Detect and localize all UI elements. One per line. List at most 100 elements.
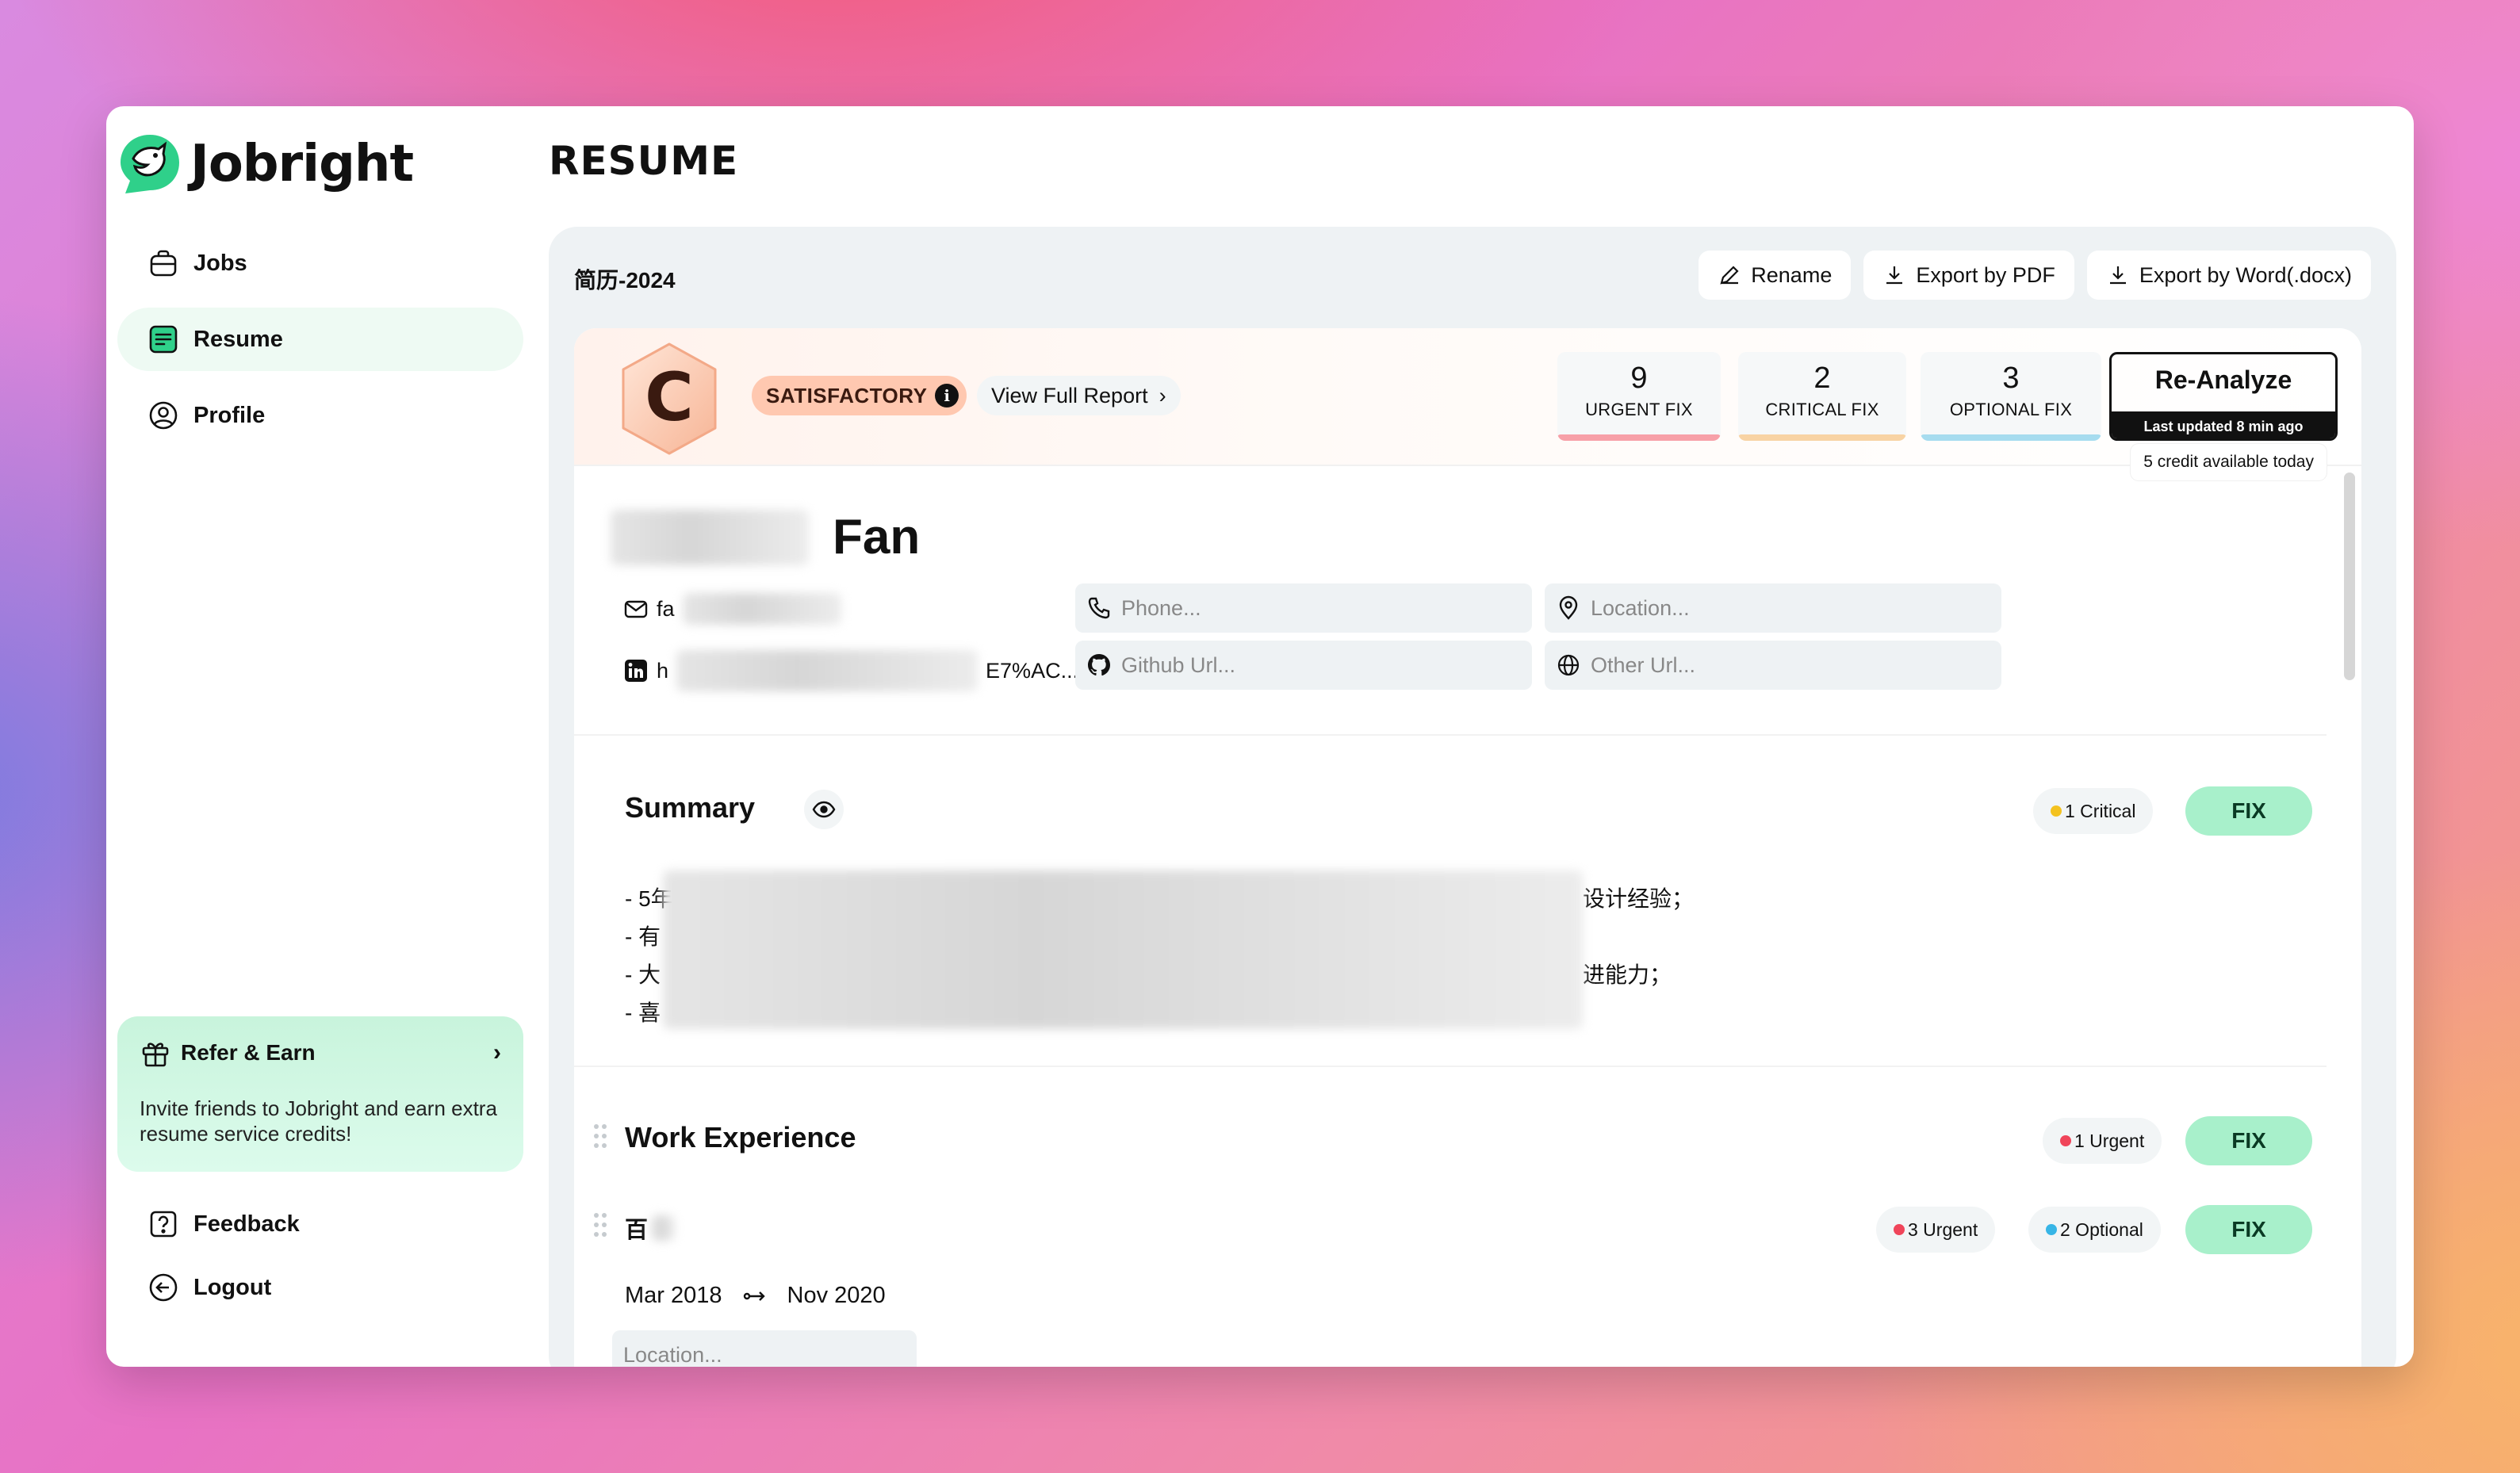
logout-icon [149, 1273, 178, 1302]
optional-fix-label: OPTIONAL FIX [1949, 400, 2073, 419]
linkedin-suffix: E7%AC... [986, 658, 1079, 683]
entry-fix-button[interactable]: FIX [2185, 1205, 2312, 1254]
summary-line[interactable]: - 喜 [625, 996, 661, 1027]
urgent-badge-label: 1 Urgent [2074, 1130, 2145, 1151]
work-experience-title: Work Experience [625, 1121, 856, 1154]
entry-location-input[interactable]: Location... [612, 1330, 917, 1367]
urgent-fix-count: 9 [1630, 362, 1648, 395]
export-word-label: Export by Word(.docx) [2139, 262, 2352, 287]
sidebar-item-logout[interactable]: Logout [117, 1259, 523, 1316]
page-title: RESUME [549, 138, 739, 184]
summary-line-start: - 大 [625, 962, 661, 987]
question-icon [150, 1211, 177, 1238]
drag-handle-icon[interactable] [592, 1211, 609, 1238]
optional-fix-count: 3 [2002, 362, 2020, 395]
email-field[interactable]: fa [623, 593, 841, 625]
urgent-badge: 1 Urgent [2043, 1118, 2162, 1164]
summary-line[interactable]: - 大 [625, 958, 661, 989]
redacted-summary [663, 870, 1583, 1029]
grade-letter: C [645, 358, 694, 436]
date-range: Mar 2018 Nov 2020 [625, 1283, 886, 1309]
critical-dot [2051, 805, 2062, 817]
company-name[interactable]: 百 [625, 1211, 676, 1245]
resume-editor: 简历-2024 Rename Export by PDF Export by W… [549, 227, 2396, 1367]
chevron-right-icon: › [1159, 383, 1166, 407]
last-updated-label: Last updated 8 min ago [2112, 411, 2335, 438]
pencil-icon [1720, 266, 1739, 285]
phone-placeholder: Phone... [1121, 595, 1201, 620]
logo[interactable]: Jobright [117, 132, 414, 197]
redacted-company [651, 1215, 676, 1241]
sidebar-bottom-nav: Feedback Logout [117, 1196, 523, 1322]
briefcase-icon [150, 250, 177, 277]
urgent-fix-label: URGENT FIX [1585, 400, 1693, 419]
sidebar: Jobright Jobs Resume Profile Refer & Ear… [106, 106, 534, 1367]
fix-label: FIX [2231, 1217, 2266, 1242]
optional-dot [2046, 1224, 2057, 1235]
linkedin-field[interactable]: h E7%AC... [623, 650, 1078, 691]
urgent-badge: 3 Urgent [1876, 1207, 1996, 1253]
rename-button[interactable]: Rename [1699, 251, 1852, 300]
refer-header: Refer & Earn › [140, 1037, 501, 1069]
location-input[interactable]: Location... [1545, 583, 2001, 633]
re-analyze-label: Re-Analyze [2154, 365, 2292, 394]
optional-badge-label: 2 Optional [2060, 1219, 2143, 1240]
github-placeholder: Github Url... [1121, 652, 1236, 677]
phone-icon [1088, 597, 1110, 619]
company-name-text: 百 [625, 1218, 649, 1243]
last-name[interactable]: Fan [833, 509, 920, 565]
optional-badge: 2 Optional [2028, 1207, 2161, 1253]
summary-line-end: 设计经验； [1583, 886, 1695, 911]
github-input[interactable]: Github Url... [1075, 641, 1532, 690]
sidebar-item-profile[interactable]: Profile [117, 384, 523, 447]
view-full-report-button[interactable]: View Full Report › [977, 376, 1181, 415]
end-date[interactable]: Nov 2020 [787, 1283, 886, 1309]
drag-handle-icon[interactable] [592, 1123, 609, 1150]
visibility-toggle[interactable] [804, 790, 844, 829]
urgent-badge-label: 3 Urgent [1908, 1219, 1978, 1240]
gift-icon [142, 1043, 169, 1067]
resume-panel: C SATISFACTORY i View Full Report › 9 UR… [574, 328, 2361, 1367]
grade-hexagon: C [622, 342, 717, 455]
urgent-dot [1894, 1224, 1905, 1235]
refer-earn-card[interactable]: Refer & Earn › Invite friends to Jobrigh… [117, 1016, 523, 1172]
summary-line-end: 进能力； [1583, 962, 1672, 987]
redacted-first-name [611, 509, 809, 565]
arrow-range-icon [743, 1291, 765, 1301]
summary-title: Summary [625, 791, 756, 824]
export-pdf-button[interactable]: Export by PDF [1863, 251, 2074, 300]
status-label: SATISFACTORY [766, 383, 928, 407]
urgent-fix-card[interactable]: 9 URGENT FIX [1557, 352, 1721, 441]
refer-description: Invite friends to Jobright and earn extr… [140, 1096, 497, 1146]
critical-fix-count: 2 [1813, 362, 1831, 395]
sidebar-item-jobs[interactable]: Jobs [117, 231, 523, 295]
location-placeholder: Location... [1591, 595, 1690, 620]
sidebar-item-feedback[interactable]: Feedback [117, 1196, 523, 1253]
sidebar-nav: Jobs Resume Profile [117, 231, 523, 460]
fix-label: FIX [2231, 798, 2266, 823]
app-window: Jobright Jobs Resume Profile Refer & Ear… [106, 106, 2414, 1367]
divider [574, 1066, 2327, 1067]
export-pdf-label: Export by PDF [1916, 262, 2055, 287]
score-bar: C SATISFACTORY i View Full Report › 9 UR… [574, 328, 2361, 466]
other-url-placeholder: Other Url... [1591, 652, 1696, 677]
urgent-dot [2060, 1135, 2071, 1146]
phone-input[interactable]: Phone... [1075, 583, 1532, 633]
other-url-input[interactable]: Other Url... [1545, 641, 2001, 690]
summary-line[interactable]: - 有 [625, 920, 661, 951]
divider [574, 734, 2327, 736]
start-date[interactable]: Mar 2018 [625, 1283, 722, 1309]
info-icon[interactable]: i [935, 384, 959, 407]
optional-fix-card[interactable]: 3 OPTIONAL FIX [1921, 352, 2101, 441]
optional-fix-bar [1921, 434, 2101, 441]
scrollbar[interactable] [2344, 473, 2355, 680]
work-fix-button[interactable]: FIX [2185, 1116, 2312, 1165]
globe-icon [1557, 654, 1580, 676]
re-analyze-button[interactable]: Re-Analyze Last updated 8 min ago [2109, 352, 2338, 441]
sidebar-item-resume[interactable]: Resume [117, 308, 523, 371]
critical-fix-card[interactable]: 2 CRITICAL FIX [1738, 352, 1906, 441]
export-word-button[interactable]: Export by Word(.docx) [2086, 251, 2371, 300]
summary-fix-button[interactable]: FIX [2185, 786, 2312, 836]
chevron-right-icon: › [493, 1039, 501, 1066]
github-icon [1088, 654, 1110, 676]
